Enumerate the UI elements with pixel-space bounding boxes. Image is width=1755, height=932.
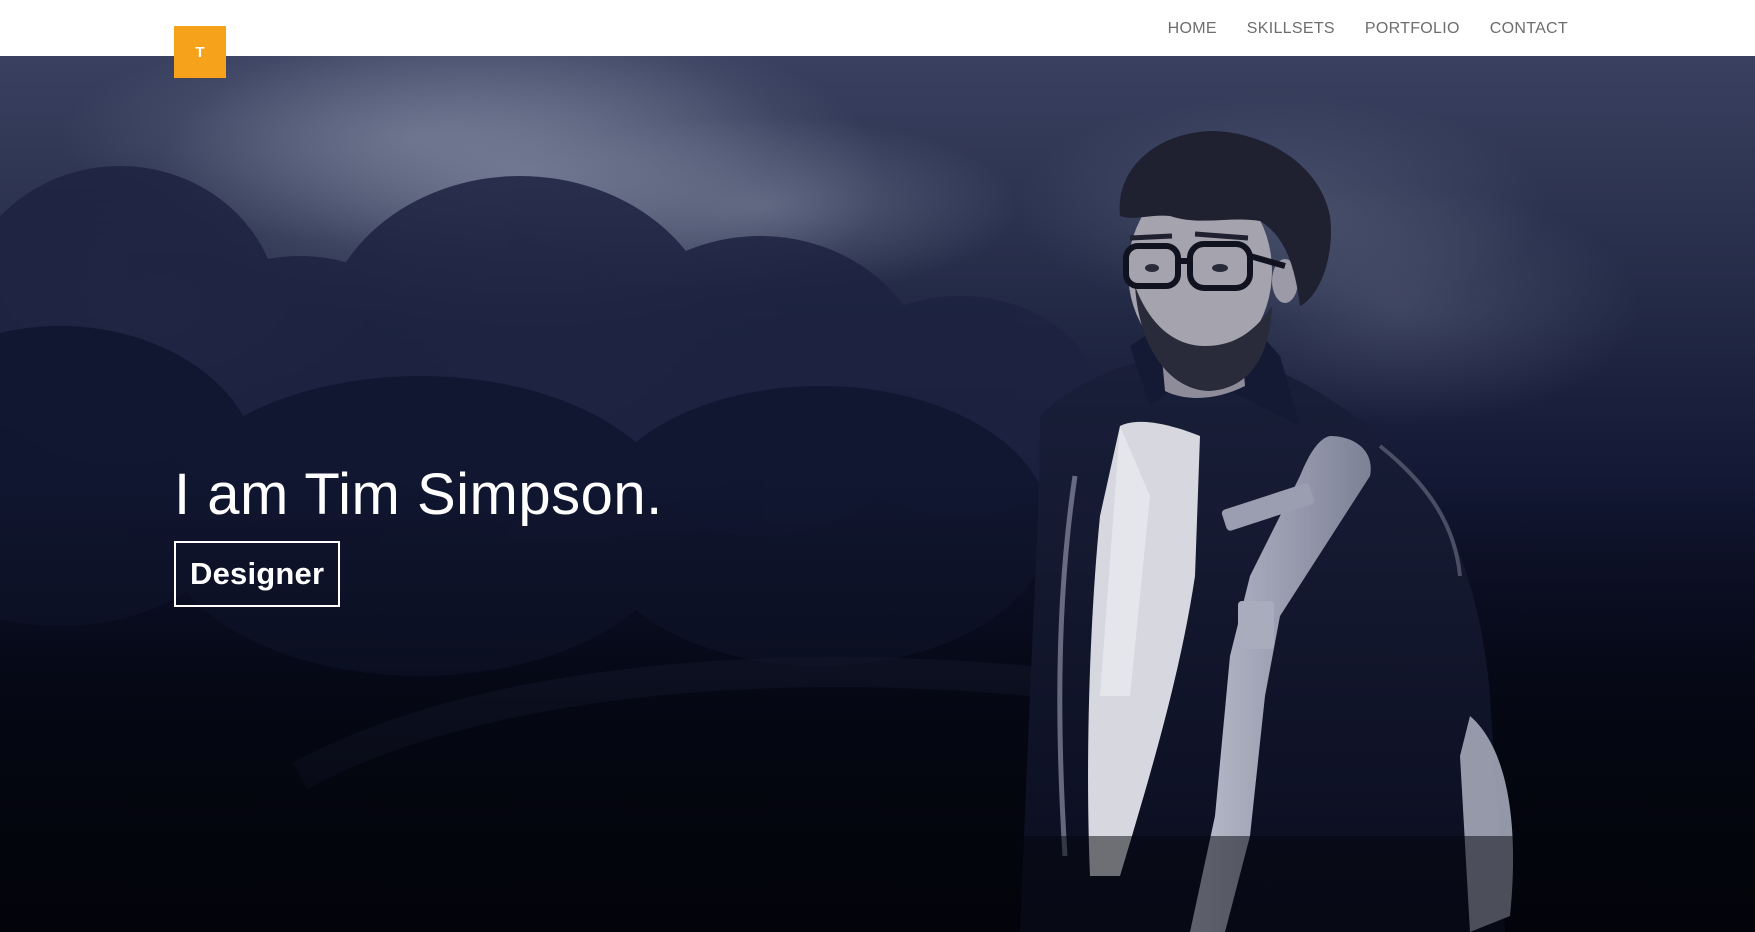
nav-contact-link[interactable]: CONTACT <box>1490 19 1568 39</box>
site-header: HOME SKILLSETS PORTFOLIO CONTACT <box>0 0 1755 56</box>
nav-portfolio-link[interactable]: PORTFOLIO <box>1365 19 1460 39</box>
site-logo[interactable]: T <box>174 26 226 78</box>
hero-title: I am Tim Simpson. <box>174 462 663 527</box>
nav-skillsets-link[interactable]: SKILLSETS <box>1247 19 1335 39</box>
page: HOME SKILLSETS PORTFOLIO CONTACT T I am … <box>0 0 1755 932</box>
role-text: Designer <box>190 556 325 591</box>
nav-home-link[interactable]: HOME <box>1168 19 1217 39</box>
main-nav: HOME SKILLSETS PORTFOLIO CONTACT <box>1168 19 1568 39</box>
role-box: Designer <box>174 541 341 607</box>
hero-section: I am Tim Simpson. Designer <box>0 56 1755 932</box>
